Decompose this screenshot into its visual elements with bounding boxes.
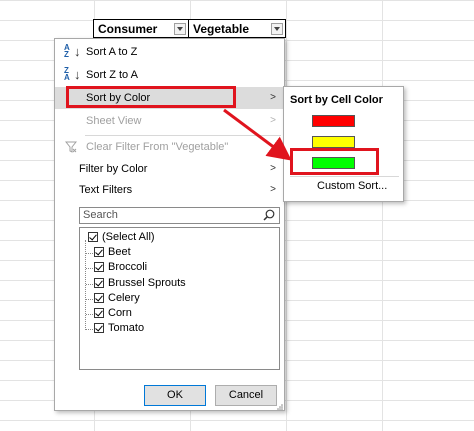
annotation-arrow (223, 108, 292, 161)
